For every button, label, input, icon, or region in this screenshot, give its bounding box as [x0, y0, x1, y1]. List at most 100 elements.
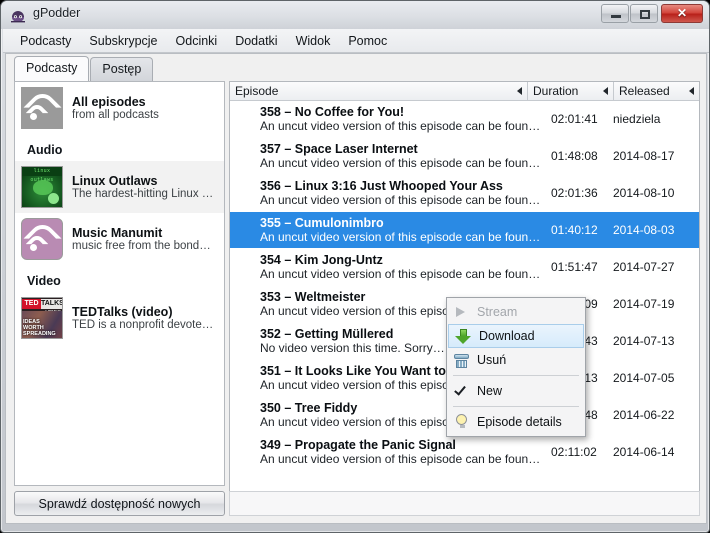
cover-text-ted: TED	[22, 299, 41, 309]
close-icon: ✕	[676, 6, 688, 20]
sort-arrow-icon[interactable]	[517, 87, 522, 95]
podcast-title: Linux Outlaws	[72, 174, 158, 188]
menu-item-subskrypcje[interactable]: Subskrypcje	[80, 31, 166, 51]
context-menu-label: New	[477, 384, 503, 398]
list-item-music-manumit[interactable]: Music Manumit music free from the bonds …	[15, 213, 224, 265]
list-item-text: Linux Outlaws The hardest-hitting Linux …	[72, 174, 214, 200]
episode-released: 2014-06-22	[613, 408, 675, 422]
linux-outlaws-cover-icon: linux outlaws	[21, 166, 63, 208]
menu-item-podcasty[interactable]: Podcasty	[11, 31, 80, 51]
episode-title: 356 – Linux 3:16 Just Whooped Your Ass	[260, 179, 503, 193]
context-menu[interactable]: Stream Download Usuń New Episode details	[446, 297, 586, 437]
app-window: gPodder ✕ Podcasty Subskrypcje Odcinki D…	[0, 0, 710, 533]
episode-text: 356 – Linux 3:16 Just Whooped Your Ass A…	[260, 179, 551, 207]
context-menu-item-download[interactable]: Download	[448, 324, 584, 348]
context-menu-item-usun[interactable]: Usuń	[447, 348, 585, 372]
lightbulb-icon	[451, 413, 473, 431]
title-bar: gPodder ✕	[1, 1, 709, 29]
table-row-selected[interactable]: 355 – Cumulonimbro An uncut video versio…	[230, 212, 699, 249]
episode-title: 358 – No Coffee for You!	[260, 105, 405, 119]
podcast-title: Music Manumit	[72, 226, 163, 240]
episode-description: An uncut video version of this episode c…	[260, 193, 545, 207]
podcast-subtitle: TED is a nonprofit devoted to …	[72, 319, 214, 331]
episode-text: 358 – No Coffee for You! An uncut video …	[260, 105, 551, 133]
cover-badge	[48, 193, 59, 204]
episode-duration: 02:11:02	[551, 445, 597, 459]
client-area: Podcasty Postęp All episodes from all po…	[5, 53, 707, 524]
close-button[interactable]: ✕	[661, 4, 703, 23]
restore-button[interactable]	[630, 4, 658, 23]
column-header-duration[interactable]: Duration	[527, 82, 613, 100]
play-icon	[451, 303, 473, 321]
window-title: gPodder	[33, 6, 81, 20]
table-row[interactable]: 349 – Propagate the Panic Signal An uncu…	[230, 434, 699, 471]
episode-released: 2014-08-03	[613, 223, 675, 237]
episode-released: 2014-08-17	[613, 149, 675, 163]
cover-caption: linux outlaws	[22, 167, 62, 183]
episode-description: An uncut video version of this episode c…	[260, 452, 545, 466]
tab-podcasty[interactable]: Podcasty	[14, 56, 90, 81]
table-row[interactable]: 356 – Linux 3:16 Just Whooped Your Ass A…	[230, 175, 699, 212]
episode-title: 354 – Kim Jong-Untz	[260, 253, 383, 267]
episode-released: 2014-07-13	[613, 334, 675, 348]
minimize-button[interactable]	[601, 4, 629, 23]
menu-item-odcinki[interactable]: Odcinki	[167, 31, 227, 51]
episode-description: An uncut video version of this episode c…	[260, 230, 545, 244]
check-icon	[451, 382, 473, 400]
context-menu-label: Download	[479, 329, 535, 343]
table-row[interactable]: 357 – Space Laser Internet An uncut vide…	[230, 138, 699, 175]
menu-item-pomoc[interactable]: Pomoc	[339, 31, 396, 51]
episode-duration: 01:48:08	[551, 149, 598, 163]
column-header-label: Duration	[533, 84, 579, 98]
episode-released: 2014-07-19	[613, 297, 675, 311]
episode-title: 357 – Space Laser Internet	[260, 142, 418, 156]
list-item-text: TEDTalks (video) TED is a nonprofit devo…	[72, 305, 214, 331]
podcast-subtitle: music free from the bonds of …	[72, 240, 214, 252]
list-item-text: Music Manumit music free from the bonds …	[72, 226, 214, 252]
table-row[interactable]: 354 – Kim Jong-Untz An uncut video versi…	[230, 249, 699, 286]
episode-released: niedziela	[613, 112, 661, 126]
column-header-released[interactable]: Released	[613, 82, 699, 100]
podcast-subtitle: The hardest-hitting Linux pod…	[72, 188, 214, 200]
episode-released: 2014-07-27	[613, 260, 675, 274]
menu-bar: Podcasty Subskrypcje Odcinki Dodatki Wid…	[3, 29, 709, 53]
podcast-list[interactable]: All episodes from all podcasts Audio lin…	[14, 81, 225, 486]
context-menu-item-episode-details[interactable]: Episode details	[447, 410, 585, 434]
episode-text: 349 – Propagate the Panic Signal An uncu…	[260, 438, 551, 466]
column-header-episode[interactable]: Episode	[230, 82, 527, 100]
sort-arrow-icon[interactable]	[603, 87, 608, 95]
column-header-row: Episode Duration Released	[230, 82, 699, 101]
column-header-label: Episode	[235, 84, 279, 98]
list-item-tedtalks[interactable]: TED TALKS VIDEO IDEAS WORTH SPREADING TE…	[15, 292, 224, 344]
sort-arrow-icon[interactable]	[689, 87, 694, 95]
tab-postep[interactable]: Postęp	[90, 57, 154, 81]
episode-duration: 01:40:12	[551, 223, 598, 237]
episode-duration: 02:01:36	[551, 186, 598, 200]
episode-description: An uncut video version of this episode c…	[260, 156, 545, 170]
check-for-new-button[interactable]: Sprawdź dostępność nowych	[14, 491, 225, 516]
trash-icon	[451, 351, 473, 369]
gpodder-icon	[11, 11, 25, 23]
episode-title: 349 – Propagate the Panic Signal	[260, 438, 456, 452]
episode-released: 2014-08-10	[613, 186, 675, 200]
cover-text-tagline: IDEAS WORTH SPREADING	[23, 319, 56, 337]
table-row[interactable]: 358 – No Coffee for You! An uncut video …	[230, 101, 699, 138]
context-menu-label: Stream	[477, 305, 518, 319]
episode-description: An uncut video version of this episode c…	[260, 267, 545, 281]
list-item-all-episodes[interactable]: All episodes from all podcasts	[15, 82, 224, 134]
context-menu-label: Usuń	[477, 353, 507, 367]
episode-text: 354 – Kim Jong-Untz An uncut video versi…	[260, 253, 551, 281]
context-menu-separator	[453, 375, 579, 376]
status-strip	[229, 491, 700, 516]
episode-duration: 02:01:41	[551, 112, 598, 126]
column-header-label: Released	[619, 84, 670, 98]
menu-item-dodatki[interactable]: Dodatki	[226, 31, 286, 51]
menu-item-widok[interactable]: Widok	[287, 31, 340, 51]
podcast-title: TEDTalks (video)	[72, 305, 173, 319]
list-item-text: All episodes from all podcasts	[72, 95, 159, 121]
section-header-audio: Audio	[27, 143, 63, 157]
tab-strip: Podcasty Postęp	[14, 56, 154, 81]
context-menu-item-new[interactable]: New	[447, 379, 585, 403]
episode-description: An uncut video version of this episode c…	[260, 119, 545, 133]
list-item-linux-outlaws[interactable]: linux outlaws Linux Outlaws The hardest-…	[15, 161, 224, 213]
